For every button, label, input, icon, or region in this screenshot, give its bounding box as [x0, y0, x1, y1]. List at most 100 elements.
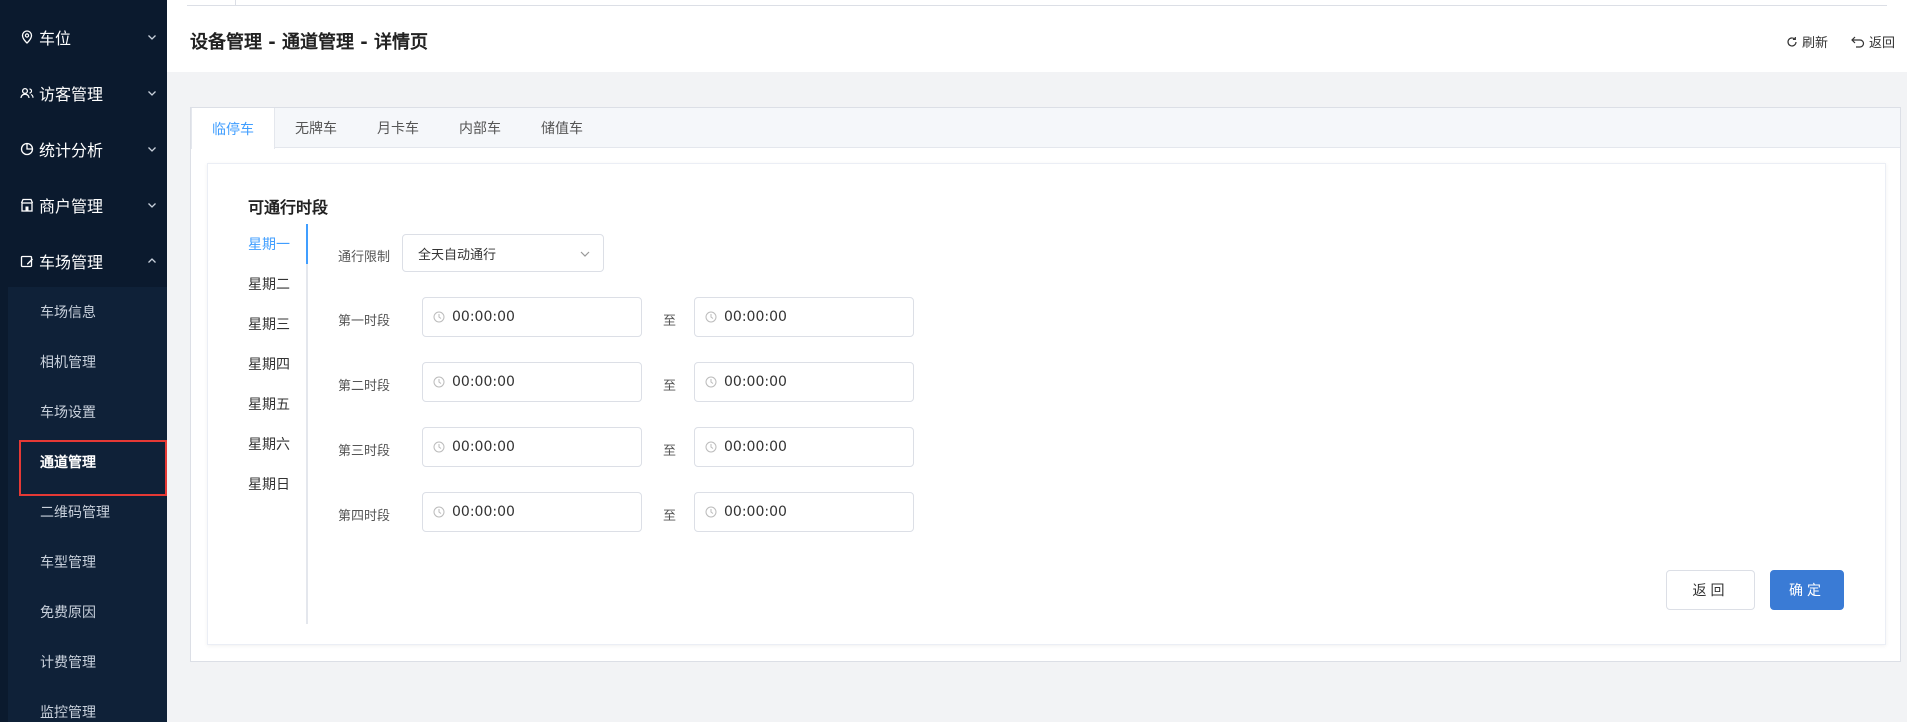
sidebar-item-billing[interactable]: 计费管理	[0, 637, 167, 687]
nav-group-label: 访客管理	[39, 85, 104, 104]
time-value: 00:00:00	[452, 439, 515, 455]
clock-icon	[433, 376, 445, 388]
sidebar-item-label: 相机管理	[40, 355, 96, 371]
users-icon	[20, 86, 34, 100]
time-value: 00:00:00	[452, 504, 515, 520]
day-tab-friday[interactable]: 星期五	[248, 384, 306, 424]
refresh-label: 刷新	[1802, 36, 1829, 51]
tab-monthly[interactable]: 月卡车	[357, 108, 439, 148]
chevron-down-icon	[148, 147, 156, 152]
clock-icon	[705, 376, 717, 388]
undo-icon	[1851, 36, 1865, 48]
period-label: 第三时段	[338, 444, 391, 459]
day-tab-saturday[interactable]: 星期六	[248, 424, 306, 464]
sidebar-item-label: 通道管理	[40, 455, 96, 471]
pie-chart-icon	[20, 142, 34, 156]
sidebar-item-label: 车型管理	[40, 555, 96, 571]
chevron-down-icon	[148, 35, 156, 40]
time-period-panel: 可通行时段 星期一 星期二 星期三 星期四 星期五 星期六 星期日 通行限制 全…	[207, 163, 1886, 645]
time-value: 00:00:00	[452, 309, 515, 325]
day-tab-sunday[interactable]: 星期日	[248, 464, 306, 504]
weekday-tabs: 星期一 星期二 星期三 星期四 星期五 星期六 星期日	[248, 224, 308, 624]
nav-group-label: 车场管理	[39, 253, 104, 272]
clock-icon	[433, 441, 445, 453]
tab-unlicensed[interactable]: 无牌车	[275, 108, 357, 148]
to-label: 至	[663, 509, 677, 524]
refresh-button[interactable]: 刷新	[1786, 32, 1828, 51]
tab-temporary[interactable]: 临停车	[191, 108, 275, 149]
time-value: 00:00:00	[724, 504, 787, 520]
nav-group-parking-space[interactable]: 车位	[0, 9, 167, 65]
sidebar-item-label: 计费管理	[40, 655, 96, 671]
clock-icon	[705, 441, 717, 453]
header-back-label: 返回	[1869, 36, 1896, 51]
chevron-down-icon	[148, 91, 156, 96]
top-tab-strip	[187, 0, 1887, 6]
back-button[interactable]: 返回	[1666, 570, 1755, 610]
section-title: 可通行时段	[248, 198, 329, 217]
sidebar-item-lot-info[interactable]: 车场信息	[0, 287, 167, 337]
parking-icon	[20, 254, 34, 268]
sidebar-item-label: 免费原因	[40, 605, 96, 621]
period-label: 第二时段	[338, 379, 391, 394]
submenu-parking-lot: 车场信息 相机管理 车场设置 通道管理 二维码管理 车型管理 免费原因 计费管理…	[8, 287, 167, 722]
nav-group-parking-lot[interactable]: 车场管理	[0, 233, 167, 289]
page-title: 设备管理 - 通道管理 - 详情页	[190, 32, 429, 53]
day-tab-wednesday[interactable]: 星期三	[248, 304, 306, 344]
nav-group-label: 商户管理	[39, 197, 104, 216]
sidebar-item-channel[interactable]: 通道管理	[0, 437, 167, 496]
period-3-end-input[interactable]: 00:00:00	[694, 427, 914, 467]
period-1-start-input[interactable]: 00:00:00	[422, 297, 642, 337]
period-1-end-input[interactable]: 00:00:00	[694, 297, 914, 337]
clock-icon	[705, 506, 717, 518]
period-3-start-input[interactable]: 00:00:00	[422, 427, 642, 467]
sidebar-item-label: 车场设置	[40, 405, 96, 421]
sidebar-item-monitor[interactable]: 监控管理	[0, 687, 167, 722]
time-value: 00:00:00	[724, 374, 787, 390]
sidebar-item-label: 二维码管理	[40, 505, 110, 521]
page-header: 设备管理 - 通道管理 - 详情页 刷新 返回	[167, 0, 1907, 72]
header-back-button[interactable]: 返回	[1851, 32, 1895, 51]
sidebar-item-vehicle-type[interactable]: 车型管理	[0, 537, 167, 587]
vehicle-type-tabs: 临停车 无牌车 月卡车 内部车 储值车	[191, 108, 1900, 149]
nav-group-label: 统计分析	[39, 141, 104, 160]
period-4-start-input[interactable]: 00:00:00	[422, 492, 642, 532]
chevron-up-icon	[148, 258, 156, 263]
nav-group-merchant[interactable]: 商户管理	[0, 177, 167, 233]
day-tab-tuesday[interactable]: 星期二	[248, 264, 306, 304]
clock-icon	[433, 506, 445, 518]
chevron-down-icon	[148, 203, 156, 208]
detail-card: 临停车 无牌车 月卡车 内部车 储值车 可通行时段 星期一 星期二 星期三 星期…	[190, 107, 1901, 662]
sidebar-item-label: 车场信息	[40, 305, 96, 321]
chevron-down-icon	[580, 251, 590, 257]
time-value: 00:00:00	[452, 374, 515, 390]
sidebar-item-lot-settings[interactable]: 车场设置	[0, 387, 167, 437]
day-tab-monday[interactable]: 星期一	[248, 224, 308, 264]
nav-group-label: 车位	[39, 29, 72, 48]
period-2-end-input[interactable]: 00:00:00	[694, 362, 914, 402]
restriction-select[interactable]: 全天自动通行	[402, 234, 604, 272]
time-value: 00:00:00	[724, 309, 787, 325]
to-label: 至	[663, 314, 677, 329]
store-icon	[20, 198, 34, 212]
sidebar: 车位 访客管理 统计分析 商户管理 车场管理 车场信息 相机管理 车场设置 通道…	[0, 0, 167, 722]
location-pin-icon	[20, 30, 34, 44]
clock-icon	[433, 311, 445, 323]
period-2-start-input[interactable]: 00:00:00	[422, 362, 642, 402]
tab-stored-value[interactable]: 储值车	[521, 108, 603, 148]
restriction-value: 全天自动通行	[418, 247, 497, 263]
day-tab-thursday[interactable]: 星期四	[248, 344, 306, 384]
restriction-label: 通行限制	[338, 250, 391, 265]
clock-icon	[705, 311, 717, 323]
nav-group-statistics[interactable]: 统计分析	[0, 121, 167, 177]
nav-group-visitor[interactable]: 访客管理	[0, 65, 167, 121]
sidebar-item-free-reason[interactable]: 免费原因	[0, 587, 167, 637]
tab-internal[interactable]: 内部车	[439, 108, 521, 148]
refresh-icon	[1787, 36, 1797, 47]
period-label: 第一时段	[338, 314, 391, 329]
to-label: 至	[663, 444, 677, 459]
confirm-button[interactable]: 确定	[1770, 570, 1844, 610]
period-4-end-input[interactable]: 00:00:00	[694, 492, 914, 532]
period-label: 第四时段	[338, 509, 391, 524]
sidebar-item-camera[interactable]: 相机管理	[0, 337, 167, 387]
